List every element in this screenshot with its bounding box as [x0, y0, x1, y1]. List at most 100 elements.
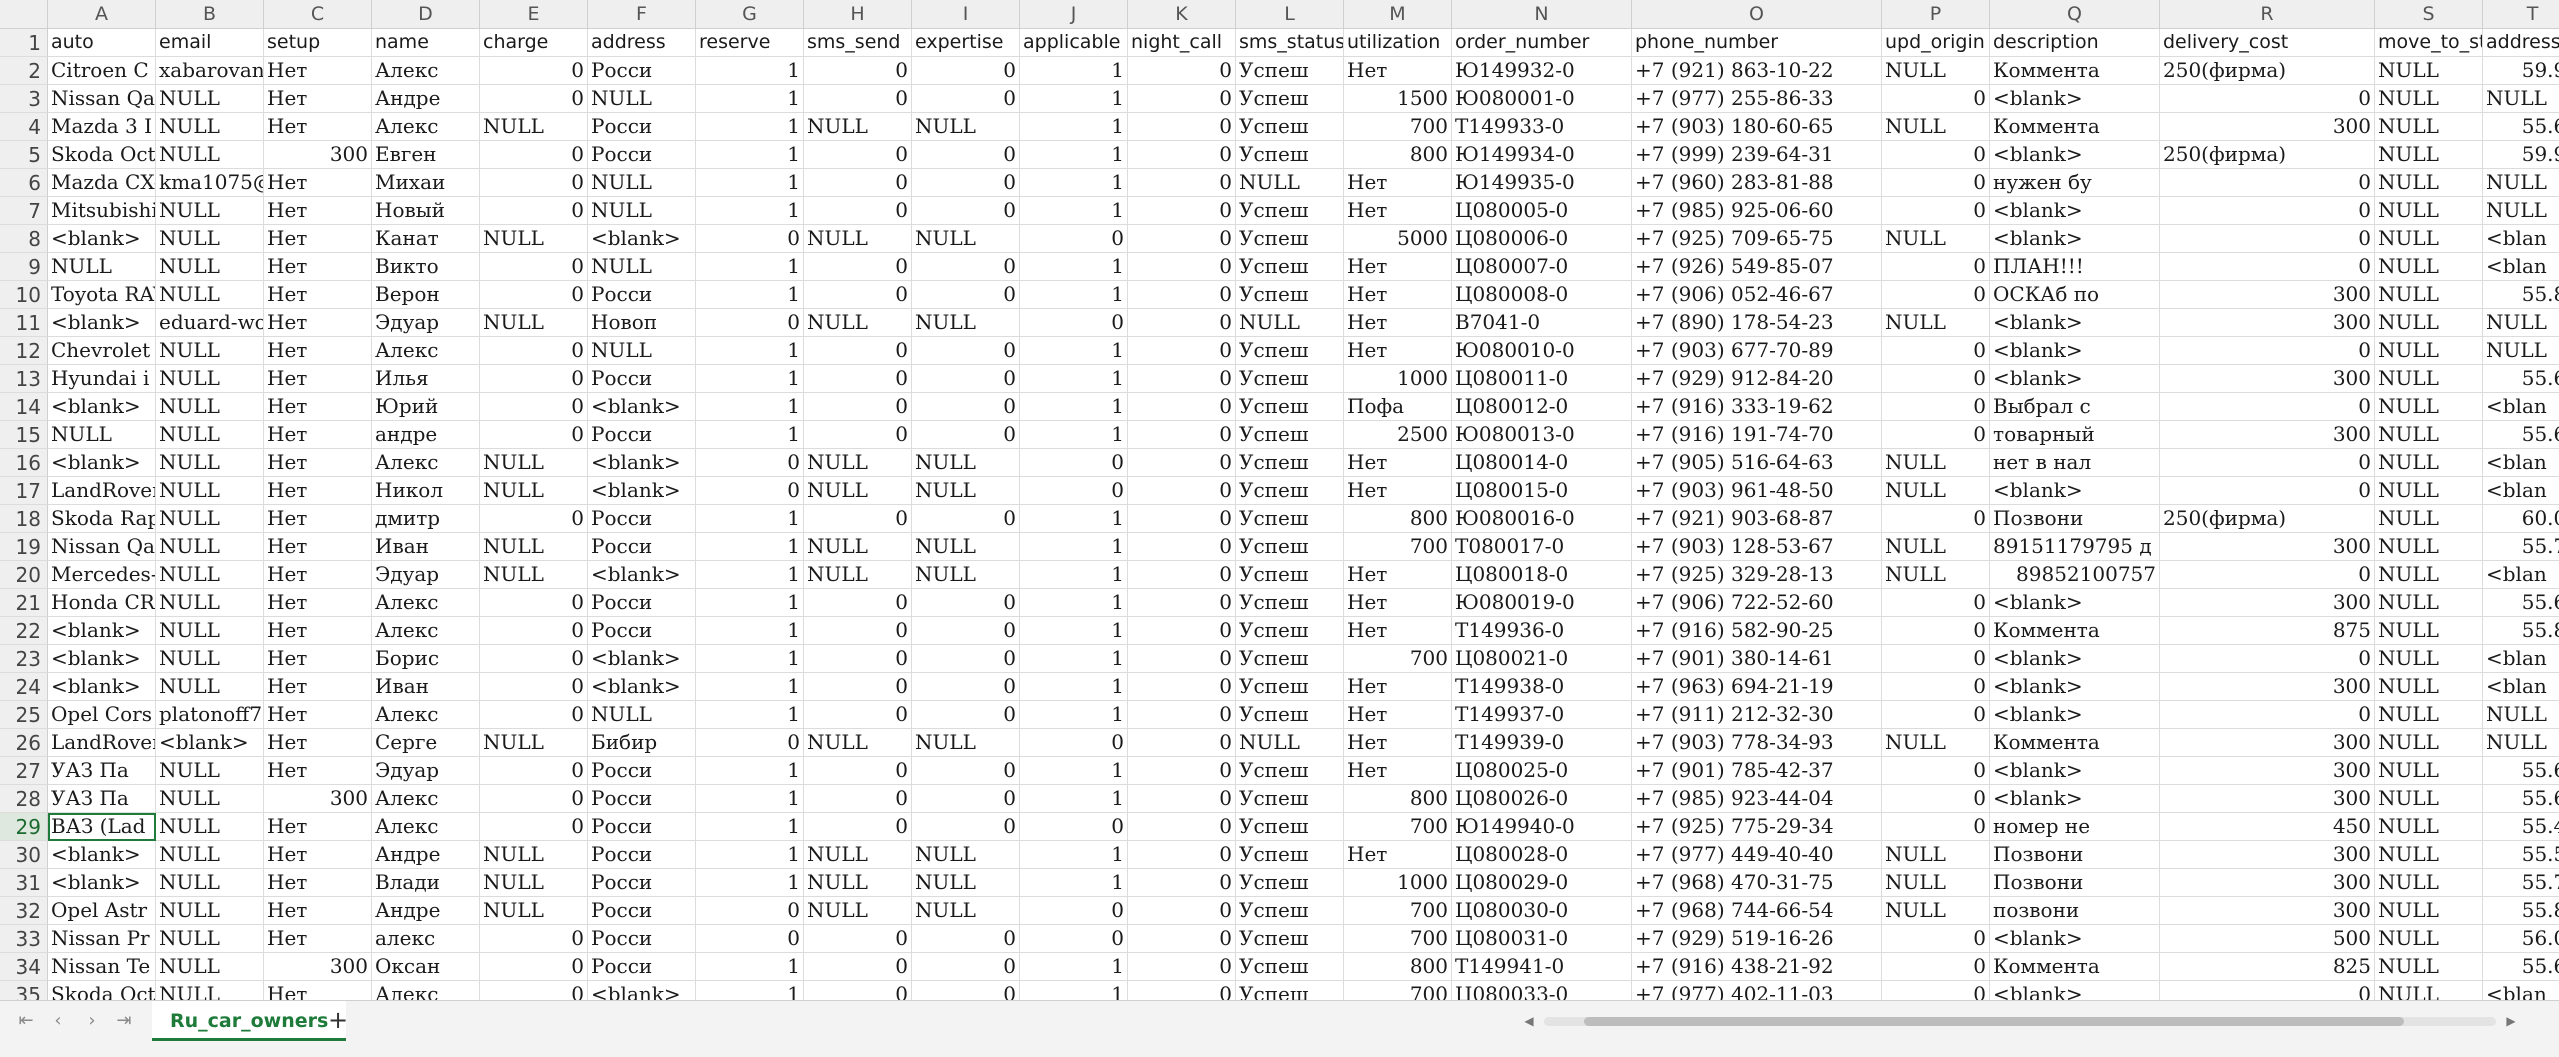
row-header-12[interactable]: 12 [0, 337, 48, 365]
cell-i8[interactable]: NULL [912, 225, 1020, 253]
cell-q20[interactable]: 89852100757 [1990, 561, 2160, 589]
cell-q15[interactable]: товарный [1990, 421, 2160, 449]
cell-h10[interactable]: 0 [804, 281, 912, 309]
cell-j3[interactable]: 1 [1020, 85, 1128, 113]
cell-g10[interactable]: 1 [696, 281, 804, 309]
cell-i19[interactable]: NULL [912, 533, 1020, 561]
cell-d29[interactable]: Алекс [372, 813, 480, 841]
cell-l26[interactable]: NULL [1236, 729, 1344, 757]
cell-s19[interactable]: NULL [2375, 533, 2483, 561]
cell-r15[interactable]: 300 [2160, 421, 2375, 449]
cell-n20[interactable]: Ц080018-0 [1452, 561, 1632, 589]
cell-e10[interactable]: 0 [480, 281, 588, 309]
cell-h12[interactable]: 0 [804, 337, 912, 365]
horizontal-scrollbar[interactable]: ◀ ▶ [1520, 1011, 2520, 1031]
cell-f6[interactable]: NULL [588, 169, 696, 197]
cell-d9[interactable]: Викто [372, 253, 480, 281]
cell-k22[interactable]: 0 [1128, 617, 1236, 645]
cell-t14[interactable]: <blan [2483, 393, 2559, 421]
cell-o7[interactable]: +7 (985) 925-06-60 [1632, 197, 1882, 225]
cell-j6[interactable]: 1 [1020, 169, 1128, 197]
cell-c8[interactable]: Нет [264, 225, 372, 253]
cell-t9[interactable]: <blan [2483, 253, 2559, 281]
cell-j27[interactable]: 1 [1020, 757, 1128, 785]
cell-t24[interactable]: <blan [2483, 673, 2559, 701]
cell-r17[interactable]: 0 [2160, 477, 2375, 505]
cell-t18[interactable]: 60.01 [2483, 505, 2559, 533]
row-header-32[interactable]: 32 [0, 897, 48, 925]
cell-k20[interactable]: 0 [1128, 561, 1236, 589]
cell-f16[interactable]: <blank> [588, 449, 696, 477]
cell-p27[interactable]: 0 [1882, 757, 1990, 785]
cell-j22[interactable]: 1 [1020, 617, 1128, 645]
cell-q24[interactable]: <blank> [1990, 673, 2160, 701]
cell-k7[interactable]: 0 [1128, 197, 1236, 225]
cell-f18[interactable]: Росси [588, 505, 696, 533]
cell-d11[interactable]: Эдуар [372, 309, 480, 337]
cell-p35[interactable]: 0 [1882, 981, 1990, 1000]
cell-f35[interactable]: <blank> [588, 981, 696, 1000]
row-header-9[interactable]: 9 [0, 253, 48, 281]
next-sheet-icon[interactable]: › [80, 1009, 104, 1033]
cell-b29[interactable]: NULL [156, 813, 264, 841]
cell-e19[interactable]: NULL [480, 533, 588, 561]
column-header-i[interactable]: I [912, 0, 1020, 29]
cell-t7[interactable]: NULL [2483, 197, 2559, 225]
cell-o19[interactable]: +7 (903) 128-53-67 [1632, 533, 1882, 561]
cell-b31[interactable]: NULL [156, 869, 264, 897]
cell-o6[interactable]: +7 (960) 283-81-88 [1632, 169, 1882, 197]
cell-q16[interactable]: нет в нал [1990, 449, 2160, 477]
cell-l30[interactable]: Успеш [1236, 841, 1344, 869]
cell-q5[interactable]: <blank> [1990, 141, 2160, 169]
cell-j15[interactable]: 1 [1020, 421, 1128, 449]
cell-a35[interactable]: Skoda Octa [48, 981, 156, 1000]
cell-p24[interactable]: 0 [1882, 673, 1990, 701]
cell-n13[interactable]: Ц080011-0 [1452, 365, 1632, 393]
cell-t5[interactable]: 59.93 [2483, 141, 2559, 169]
cell-e14[interactable]: 0 [480, 393, 588, 421]
cell-b26[interactable]: <blank> [156, 729, 264, 757]
cell-p2[interactable]: NULL [1882, 57, 1990, 85]
cell-b9[interactable]: NULL [156, 253, 264, 281]
cell-f30[interactable]: Росси [588, 841, 696, 869]
cell-e21[interactable]: 0 [480, 589, 588, 617]
cell-m27[interactable]: Нет [1344, 757, 1452, 785]
cell-j17[interactable]: 0 [1020, 477, 1128, 505]
cell-h2[interactable]: 0 [804, 57, 912, 85]
cell-g34[interactable]: 1 [696, 953, 804, 981]
cell-k16[interactable]: 0 [1128, 449, 1236, 477]
cell-g14[interactable]: 1 [696, 393, 804, 421]
cell-l21[interactable]: Успеш [1236, 589, 1344, 617]
cell-q32[interactable]: позвони [1990, 897, 2160, 925]
cell-d26[interactable]: Серге [372, 729, 480, 757]
column-header-c[interactable]: C [264, 0, 372, 29]
cell-o35[interactable]: +7 (977) 402-11-03 [1632, 981, 1882, 1000]
cell-l3[interactable]: Успеш [1236, 85, 1344, 113]
cell-r5[interactable]: 250(фирма) [2160, 141, 2375, 169]
cell-g20[interactable]: 1 [696, 561, 804, 589]
cell-f4[interactable]: Росси [588, 113, 696, 141]
cell-q25[interactable]: <blank> [1990, 701, 2160, 729]
cell-q4[interactable]: Коммента [1990, 113, 2160, 141]
cell-j19[interactable]: 1 [1020, 533, 1128, 561]
cell-k17[interactable]: 0 [1128, 477, 1236, 505]
cell-p25[interactable]: 0 [1882, 701, 1990, 729]
cell-r21[interactable]: 300 [2160, 589, 2375, 617]
cell-k31[interactable]: 0 [1128, 869, 1236, 897]
cell-m13[interactable]: 1000 [1344, 365, 1452, 393]
cell-s13[interactable]: NULL [2375, 365, 2483, 393]
cell-i20[interactable]: NULL [912, 561, 1020, 589]
cell-a26[interactable]: LandRover [48, 729, 156, 757]
cell-e18[interactable]: 0 [480, 505, 588, 533]
cell-c30[interactable]: Нет [264, 841, 372, 869]
cell-k30[interactable]: 0 [1128, 841, 1236, 869]
cell-e3[interactable]: 0 [480, 85, 588, 113]
cell-a5[interactable]: Skoda Octa [48, 141, 156, 169]
cell-c11[interactable]: Нет [264, 309, 372, 337]
cell-n6[interactable]: Ю149935-0 [1452, 169, 1632, 197]
cell-p9[interactable]: 0 [1882, 253, 1990, 281]
cell-f1[interactable]: address [588, 29, 696, 57]
cell-a25[interactable]: Opel Cors [48, 701, 156, 729]
cell-l13[interactable]: Успеш [1236, 365, 1344, 393]
cell-e32[interactable]: NULL [480, 897, 588, 925]
